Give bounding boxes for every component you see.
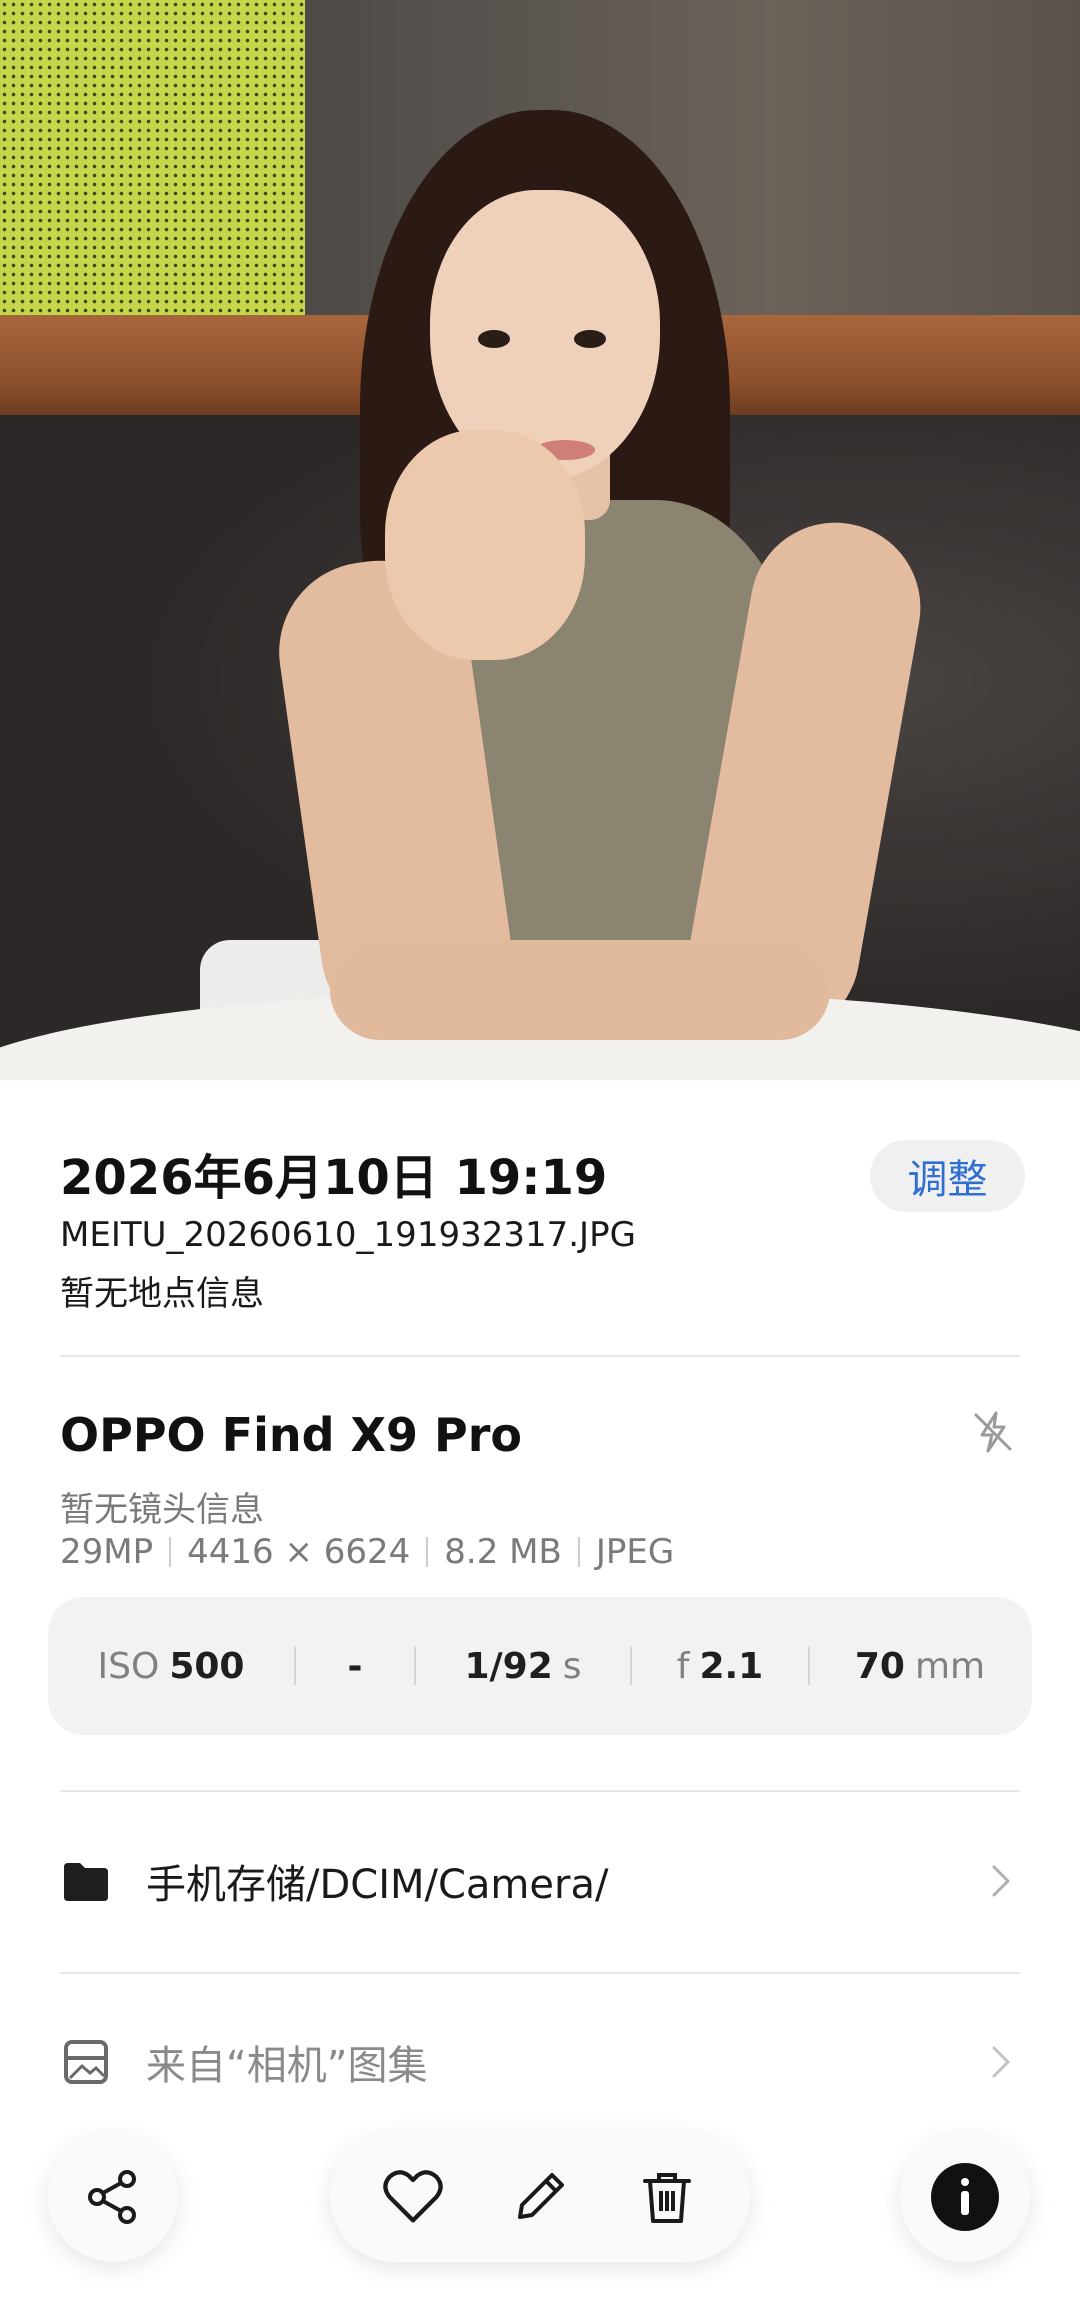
photo-datetime: 2026年6月10日 19:19 [60, 1150, 608, 1206]
exif-shutter: 1/92 s [416, 1646, 630, 1687]
exif-focal-value: 70 [854, 1645, 905, 1687]
folder-icon [64, 1863, 108, 1901]
image-specs: 29MP 4416 × 6624 8.2 MB JPEG [60, 1532, 674, 1572]
exif-shutter-value: 1/92 [464, 1645, 553, 1687]
favorite-button[interactable] [373, 2157, 453, 2237]
spec-resolution: 4416 × 6624 [187, 1532, 411, 1572]
storage-path-row[interactable]: 手机存储/DCIM/Camera/ [60, 1836, 1020, 1926]
spec-format: JPEG [595, 1532, 675, 1572]
spec-file-size: 8.2 MB [444, 1532, 562, 1572]
adjust-datetime-button[interactable]: 调整 [870, 1140, 1025, 1212]
exif-iso-value: 500 [169, 1645, 245, 1687]
storage-path-label: 手机存储/DCIM/Camera/ [146, 1862, 609, 1908]
spec-separator [577, 1537, 580, 1567]
share-button[interactable] [48, 2132, 178, 2262]
exif-aperture-value: 2.1 [699, 1645, 764, 1687]
action-bar [330, 2132, 750, 2262]
heart-icon [383, 2170, 444, 2223]
album-source-label: 来自“相机”图集 [146, 2043, 428, 2089]
exif-focal-length: 70 mm [810, 1646, 1030, 1687]
photo-subject-forearms [330, 940, 830, 1040]
photo-background-sign [0, 0, 305, 315]
divider [60, 1790, 1020, 1792]
photo-subject-eye [478, 330, 510, 348]
chevron-right-icon [992, 2046, 1010, 2078]
exif-panel: ISO 500 - 1/92 s f 2.1 70 mm [48, 1597, 1032, 1735]
photo-subject-hands [385, 430, 585, 660]
exif-shutter-unit: s [562, 1645, 582, 1687]
exif-focal-unit: mm [914, 1645, 986, 1687]
device-name: OPPO Find X9 Pro [60, 1408, 523, 1462]
info-button[interactable] [900, 2132, 1030, 2262]
photo-preview[interactable] [0, 0, 1080, 1080]
exif-iso: ISO 500 [48, 1646, 294, 1687]
pencil-icon [517, 2173, 564, 2219]
photo-subject-eye [574, 330, 606, 348]
album-source-row[interactable]: 来自“相机”图集 [60, 2017, 1020, 2107]
exif-iso-label: ISO [97, 1645, 160, 1687]
flash-off-icon [974, 1411, 1012, 1453]
divider [60, 1355, 1020, 1357]
exif-exposure-bias-value: - [347, 1645, 363, 1687]
spec-megapixels: 29MP [60, 1532, 154, 1572]
divider [60, 1972, 1020, 1974]
exif-aperture-label: f [676, 1645, 690, 1687]
album-icon [64, 2040, 108, 2084]
photo-filename: MEITU_20260610_191932317.JPG [60, 1215, 636, 1255]
exif-aperture: f 2.1 [632, 1646, 808, 1687]
exif-exposure-bias: - [296, 1646, 414, 1687]
info-icon [931, 2163, 999, 2231]
spec-separator [169, 1537, 172, 1567]
chevron-right-icon [992, 1865, 1010, 1897]
lens-info: 暂无镜头信息 [60, 1490, 264, 1530]
share-icon [88, 2170, 136, 2224]
delete-button[interactable] [627, 2157, 707, 2237]
edit-button[interactable] [500, 2157, 580, 2237]
trash-icon [642, 2173, 691, 2223]
photo-location: 暂无地点信息 [60, 1274, 264, 1314]
spec-separator [426, 1537, 429, 1567]
